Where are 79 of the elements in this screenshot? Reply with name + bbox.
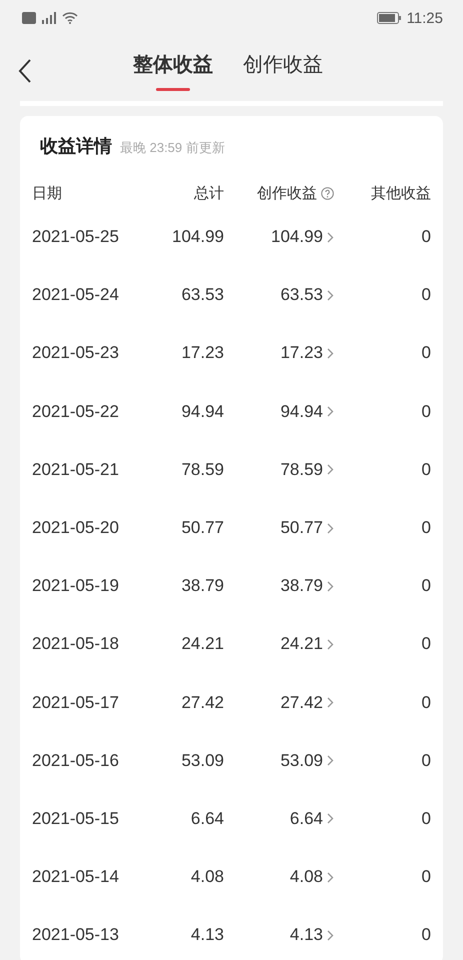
date-cell-text: 2021-05-22: [32, 402, 120, 422]
creation-earnings-link[interactable]: 53.09: [224, 750, 334, 771]
total-cell-text: 4.08: [190, 867, 224, 888]
date-cell-text: 2021-05-21: [32, 460, 120, 480]
creation-earnings-link[interactable]: 4.08: [224, 867, 334, 888]
tab[interactable]: 整体收益: [133, 51, 213, 91]
date-cell-text: 2021-05-18: [32, 634, 120, 654]
chevron-icon: [327, 755, 334, 766]
chevron-icon: [327, 348, 334, 359]
card-title: 收益详情: [40, 135, 112, 158]
hd-icon: [22, 12, 36, 24]
chevron-icon: [327, 872, 334, 883]
update-note: 最晚 23:59 前更新: [120, 139, 225, 157]
total-cell-text: 53.09: [180, 750, 224, 771]
tab[interactable]: 创作收益: [243, 51, 323, 91]
chevron-icon: [327, 638, 334, 650]
other-cell-text: 0: [420, 402, 431, 422]
other-cell-text: 0: [420, 750, 431, 771]
chevron-icon: [327, 813, 334, 824]
column-header: 创作收益: [257, 184, 317, 202]
other-cell-text: 0: [420, 227, 431, 248]
other-cell-text: 0: [420, 925, 431, 946]
other-cell-text: 0: [420, 343, 431, 364]
creation-earnings-link[interactable]: 78.59: [224, 460, 334, 480]
date-cell-text: 2021-05-17: [32, 692, 120, 713]
total-cell-text: 4.13: [190, 925, 224, 946]
other-cell-text: 0: [420, 808, 431, 829]
total-cell-text: 17.23: [180, 343, 224, 364]
other-cell-text: 0: [420, 518, 431, 538]
total-cell-text: 24.21: [180, 634, 224, 654]
date-cell-text: 2021-05-24: [32, 285, 120, 306]
battery-icon: [376, 12, 401, 24]
date-cell-text: 2021-05-16: [32, 750, 120, 771]
chevron-icon: [327, 580, 334, 592]
chevron-icon: [327, 522, 334, 534]
total-cell-text: 50.77: [180, 518, 224, 538]
chevron-icon: [327, 290, 334, 301]
date-cell-text: 2021-05-23: [32, 343, 120, 364]
wifi-icon: [62, 12, 78, 24]
date-cell-text: 2021-05-19: [32, 576, 120, 596]
other-cell-text: 0: [420, 285, 431, 306]
chevron-icon: [327, 232, 334, 243]
date-cell-text: 2021-05-20: [32, 518, 120, 538]
column-header: 总计: [193, 184, 224, 202]
date-cell-text: 2021-05-14: [32, 867, 120, 888]
creation-earnings-link[interactable]: 104.99: [224, 227, 334, 248]
creation-earnings-link[interactable]: 6.64: [224, 808, 334, 829]
total-cell-text: 94.94: [180, 402, 224, 422]
chevron-icon: [327, 697, 334, 708]
total-cell-text: 78.59: [180, 460, 224, 480]
creation-earnings-link[interactable]: 4.13: [224, 925, 334, 946]
total-cell-text: 27.42: [180, 692, 224, 713]
creation-earnings-link[interactable]: 63.53: [224, 285, 334, 306]
total-cell-text: 63.53: [180, 285, 224, 306]
creation-earnings-link[interactable]: 38.79: [224, 576, 334, 596]
creation-earnings-link[interactable]: 24.21: [224, 634, 334, 654]
other-cell-text: 0: [420, 692, 431, 713]
total-cell-text: 104.99: [171, 227, 224, 248]
status-time: 11:25: [406, 10, 443, 26]
creation-earnings-link[interactable]: 94.94: [224, 402, 334, 422]
signal-icon: [40, 12, 58, 24]
chevron-icon: [327, 930, 334, 941]
total-cell-text: 6.64: [190, 808, 224, 829]
date-cell-text: 2021-05-25: [32, 227, 120, 248]
creation-earnings-link[interactable]: 50.77: [224, 518, 334, 538]
help-icon[interactable]: [321, 186, 334, 200]
creation-earnings-link[interactable]: 17.23: [224, 343, 334, 364]
chevron-icon: [327, 464, 334, 476]
other-cell-text: 0: [420, 867, 431, 888]
column-header: 其他收益: [370, 184, 431, 202]
other-cell-text: 0: [420, 634, 431, 654]
column-header: 日期: [32, 184, 63, 202]
date-cell-text: 2021-05-13: [32, 925, 120, 946]
other-cell-text: 0: [420, 460, 431, 480]
other-cell-text: 0: [420, 576, 431, 596]
date-cell-text: 2021-05-15: [32, 808, 120, 829]
total-cell-text: 38.79: [180, 576, 224, 596]
chevron-icon: [327, 406, 334, 418]
creation-earnings-link[interactable]: 27.42: [224, 692, 334, 713]
